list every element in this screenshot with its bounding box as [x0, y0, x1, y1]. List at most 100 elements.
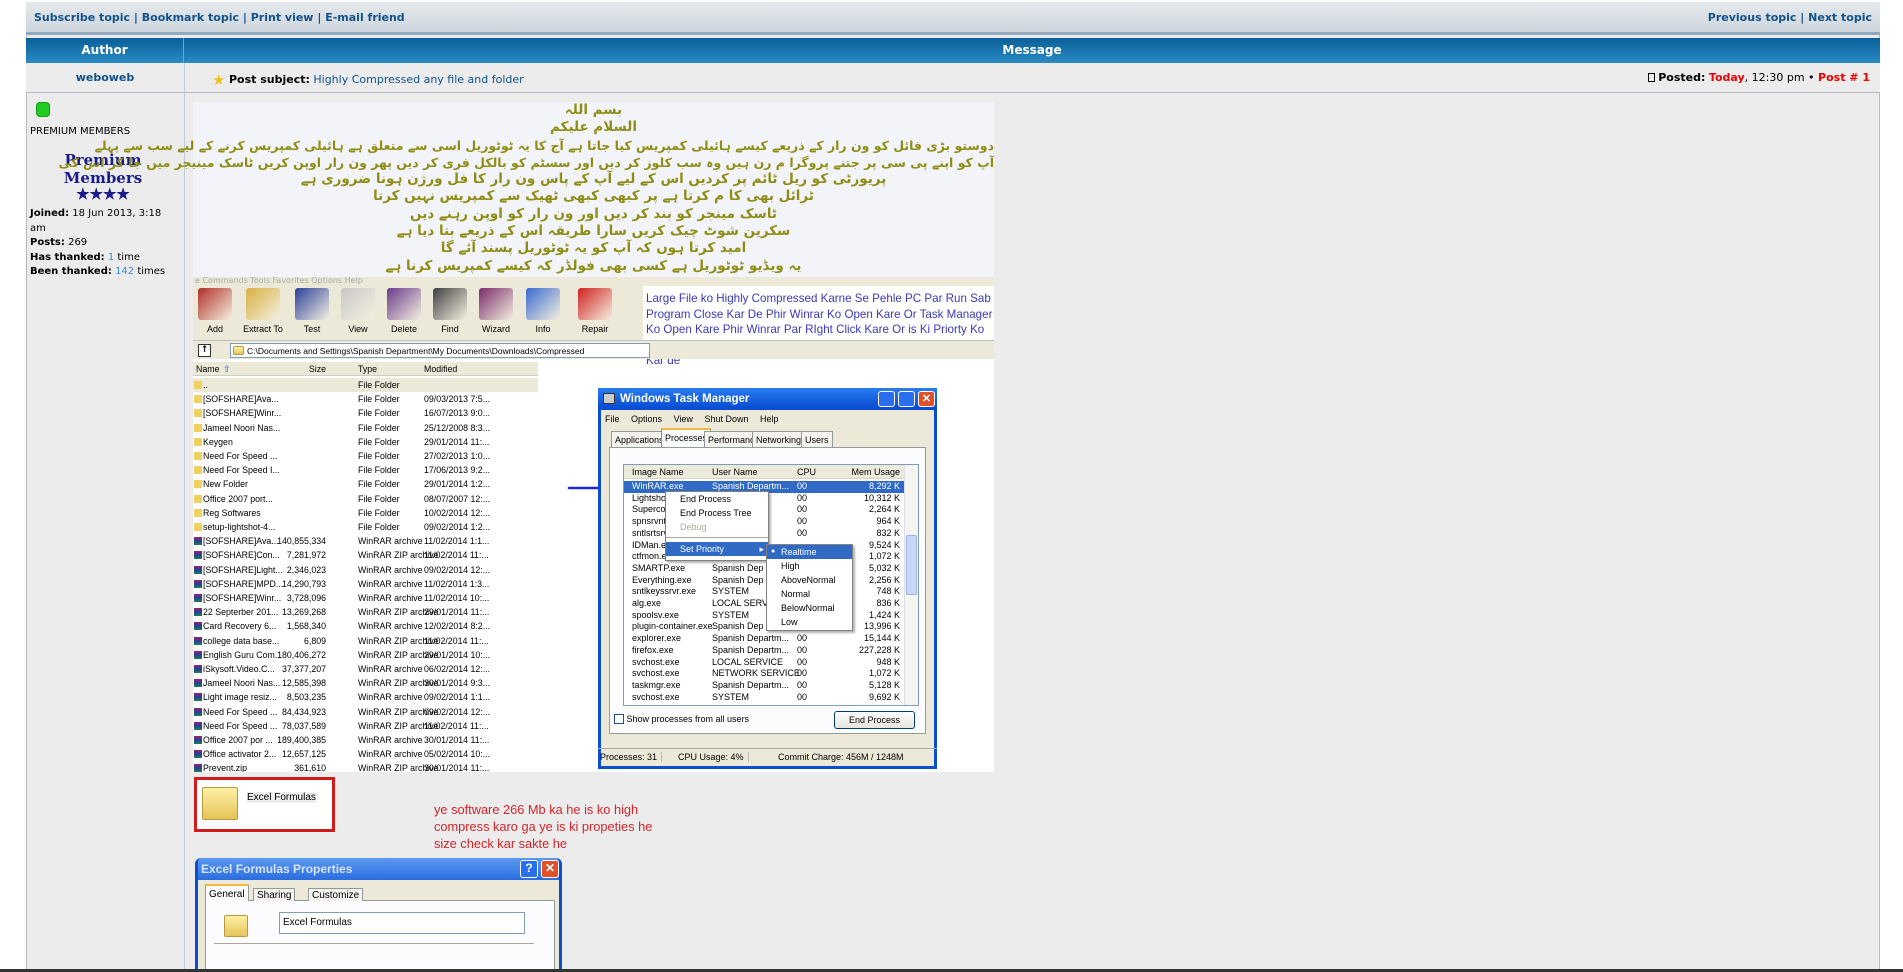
file-row[interactable]: Card Recovery 6... 1,568,340 WinRAR archiv…	[193, 619, 538, 633]
process-list-scrollbar[interactable]	[904, 465, 918, 705]
menu-options[interactable]: Options	[631, 414, 662, 424]
file-row[interactable]: [SOFSHARE]Winr... File Folder 16/07/2013 9…	[193, 406, 538, 420]
author-username[interactable]: weboweb	[26, 71, 184, 84]
bookmark-topic-link[interactable]: Bookmark topic	[142, 11, 239, 24]
file-row[interactable]: [SOFSHARE]Con... 7,281,972 WinRAR ZIP arch…	[193, 548, 538, 562]
has-thanked-link[interactable]: 1	[108, 252, 114, 263]
process-row[interactable]: sntlkeyssrvr.exe SYSTEM 748 K	[624, 586, 906, 598]
column-size[interactable]: Size	[309, 364, 326, 374]
column-name[interactable]: Name	[196, 364, 219, 374]
menu-help[interactable]: Help	[760, 414, 779, 424]
toolbar-button-add[interactable]: Add	[192, 288, 238, 334]
file-row[interactable]: [SOFSHARE]MPD... 14,290,793 WinRAR archive…	[193, 577, 538, 591]
file-row[interactable]: Jameel Noori Nas... File Folder 25/12/2008…	[193, 421, 538, 435]
close-button[interactable]: ✕	[541, 860, 559, 878]
toolbar-button-wizard[interactable]: Wizard	[473, 288, 519, 334]
process-row[interactable]: spoolsv.exe SYSTEM 1,424 K	[624, 610, 906, 622]
toolbar-button-info[interactable]: Info	[520, 288, 566, 334]
process-row[interactable]: svchost.exe SYSTEM 00 9,692 K	[624, 692, 906, 704]
menu-end-process-tree[interactable]: End Process Tree	[666, 506, 768, 520]
process-row[interactable]: SMARTP.exe Spanish Dep 5,032 K	[624, 563, 906, 575]
file-row[interactable]: setup-lightshot-4... File Folder 09/02/201…	[193, 520, 538, 534]
file-row[interactable]: Reg Softwares File Folder 10/02/2014 12:..…	[193, 506, 538, 520]
file-row[interactable]: [SOFSHARE]Ava... 140,855,334 WinRAR archiv…	[193, 534, 538, 548]
path-field[interactable]: C:\Documents and Settings\Spanish Depart…	[230, 343, 650, 358]
checkbox[interactable]	[614, 714, 624, 724]
file-row[interactable]: Office 2007 port... File Folder 08/07/2007…	[193, 492, 538, 506]
file-row[interactable]: New Folder File Folder 29/01/2014 1:2...	[193, 477, 538, 491]
folder-label[interactable]: Excel Formulas	[247, 792, 316, 803]
toolbar-button-extract-to[interactable]: Extract To	[240, 288, 286, 334]
file-row[interactable]: Need For Speed ... 78,037,589 WinRAR ZIP a…	[193, 719, 538, 733]
menu-set-priority[interactable]: Set Priority ▸	[666, 542, 768, 556]
column-mem-usage[interactable]: Mem Usage	[851, 467, 900, 477]
toolbar-button-repair[interactable]: Repair	[572, 288, 618, 334]
column-image-name[interactable]: Image Name	[632, 467, 684, 477]
priority-realtime[interactable]: ● Realtime	[767, 545, 852, 559]
menu-file[interactable]: File	[605, 414, 620, 424]
menu-view[interactable]: View	[674, 414, 693, 424]
priority-abovenormal[interactable]: AboveNormal	[767, 573, 852, 587]
priority-low[interactable]: Low	[767, 615, 852, 629]
minimize-button[interactable]	[878, 391, 895, 407]
column-modified[interactable]: Modified	[424, 364, 457, 374]
show-all-processes[interactable]: Show processes from all users	[614, 714, 749, 724]
close-button[interactable]: ✕	[918, 391, 935, 407]
post-number-link[interactable]: Post # 1	[1818, 71, 1870, 84]
tab-networking[interactable]: Networking	[752, 431, 806, 447]
file-row[interactable]: Need For Speed ... File Folder 27/02/2013 …	[193, 449, 538, 463]
scroll-thumb[interactable]	[906, 535, 917, 595]
tab-customize[interactable]: Customize	[308, 888, 364, 901]
column-cpu[interactable]: CPU	[797, 467, 816, 477]
process-row[interactable]: firefox.exe Spanish Departm... 00 227,228 K	[624, 645, 906, 657]
process-row[interactable]: svchost.exe LOCAL SERVICE 00 948 K	[624, 657, 906, 669]
process-row[interactable]: svchost.exe NETWORK SERVICE 00 1,072 K	[624, 668, 906, 680]
process-row[interactable]: alg.exe LOCAL SERV 836 K	[624, 598, 906, 610]
tab-sharing[interactable]: Sharing	[253, 888, 296, 901]
file-row[interactable]: Jameel Noori Nas... 12,585,398 WinRAR ZIP …	[193, 676, 538, 690]
end-process-button[interactable]: End Process	[834, 711, 915, 729]
tab-users[interactable]: Users	[801, 431, 833, 447]
toolbar-button-find[interactable]: Find	[427, 288, 473, 334]
column-type[interactable]: Type	[358, 364, 377, 374]
file-row[interactable]: [SOFSHARE]Ava... File Folder 09/03/2013 7:…	[193, 392, 538, 406]
process-row[interactable]: plugin-container.exe Spanish Dep 13,996 K	[624, 621, 906, 633]
file-row[interactable]: Need For Speed I... File Folder 17/06/2013…	[193, 463, 538, 477]
folder-name-field[interactable]: Excel Formulas	[279, 912, 525, 934]
help-button[interactable]: ?	[520, 860, 538, 878]
process-row[interactable]: Everything.exe Spanish Dep 2,256 K	[624, 575, 906, 587]
print-view-link[interactable]: Print view	[251, 11, 314, 24]
file-row[interactable]: Office activator 2... 12,657,125 WinRAR ar…	[193, 747, 538, 761]
file-row[interactable]: Office 2007 por ... 189,400,385 WinRAR arc…	[193, 733, 538, 747]
maximize-button[interactable]	[898, 391, 915, 407]
file-row[interactable]: iSkysoft.Video.C... 37,377,207 WinRAR arch…	[193, 662, 538, 676]
been-thanked-link[interactable]: 142	[115, 266, 134, 277]
email-friend-link[interactable]: E-mail friend	[325, 11, 404, 24]
file-row[interactable]: Light image resiz... 8,503,235 WinRAR arch…	[193, 690, 538, 704]
file-row[interactable]: English Guru Com... 180,406,272 WinRAR ZIP…	[193, 648, 538, 662]
toolbar-button-test[interactable]: Test	[289, 288, 335, 334]
next-topic-link[interactable]: Next topic	[1808, 11, 1872, 24]
properties-titlebar[interactable]: Excel Formulas Properties ? ✕	[198, 858, 559, 880]
tab-applications[interactable]: Applications	[611, 431, 668, 447]
file-row[interactable]: Need For Speed ... 84,434,923 WinRAR ZIP a…	[193, 705, 538, 719]
menu-end-process[interactable]: End Process	[666, 492, 768, 506]
priority-belownormal[interactable]: BelowNormal	[767, 601, 852, 615]
priority-high[interactable]: High	[767, 559, 852, 573]
menu-shut-down[interactable]: Shut Down	[704, 414, 748, 424]
file-row[interactable]: college data base... 6,809 WinRAR ZIP arch…	[193, 634, 538, 648]
priority-normal[interactable]: Normal	[767, 587, 852, 601]
toolbar-button-delete[interactable]: Delete	[381, 288, 427, 334]
subject-link[interactable]: Highly Compressed any file and folder	[313, 73, 523, 86]
file-row[interactable]: Keygen File Folder 29/01/2014 11:...	[193, 435, 538, 449]
file-row[interactable]: Prevent.zip 361,610 WinRAR ZIP archive 30/0…	[193, 761, 538, 772]
file-row[interactable]: .. File Folder	[193, 378, 538, 392]
process-row[interactable]: taskmgr.exe Spanish Departm... 00 5,128 K	[624, 680, 906, 692]
task-manager-titlebar[interactable]: Windows Task Manager ✕	[598, 388, 937, 410]
file-row[interactable]: 22 Septerber 201... 13,269,268 WinRAR ZIP …	[193, 605, 538, 619]
file-row[interactable]: [SOFSHARE]Winr... 3,728,096 WinRAR archive…	[193, 591, 538, 605]
column-user-name[interactable]: User Name	[712, 467, 758, 477]
process-row[interactable]: explorer.exe Spanish Departm... 00 15,144 K	[624, 633, 906, 645]
toolbar-button-view[interactable]: View	[335, 288, 381, 334]
tab-general[interactable]: General	[205, 884, 249, 901]
